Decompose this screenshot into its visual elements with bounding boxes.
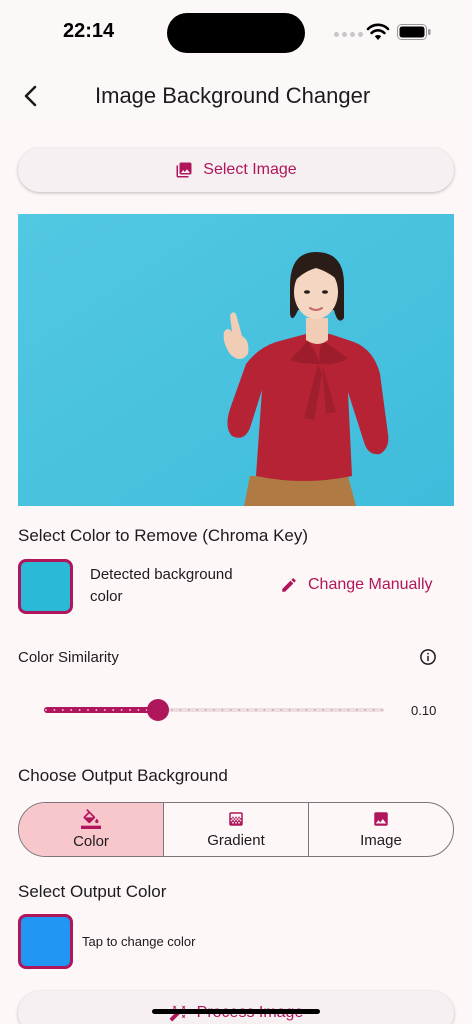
wifi-icon xyxy=(366,23,390,40)
image-icon xyxy=(374,812,388,826)
change-manually-button[interactable]: Change Manually xyxy=(280,576,433,594)
slider-tick xyxy=(364,709,367,711)
slider-tick xyxy=(137,709,140,711)
slider-tick xyxy=(280,709,283,711)
similarity-value: 0.10 xyxy=(411,703,437,718)
select-image-label: Select Image xyxy=(203,161,297,178)
segment-gradient-label: Gradient xyxy=(207,832,265,849)
slider-tick xyxy=(347,709,350,711)
slider-tick xyxy=(372,709,375,711)
slider-tick xyxy=(229,709,232,711)
slider-tick xyxy=(179,709,182,711)
color-similarity-label: Color Similarity xyxy=(18,649,119,666)
dynamic-island xyxy=(167,13,305,53)
format-color-fill-icon xyxy=(81,809,101,829)
slider-tick xyxy=(61,709,64,711)
detected-color-label: Detected background color xyxy=(90,566,233,605)
status-time: 22:14 xyxy=(63,20,115,42)
process-image-button[interactable]: Process Image xyxy=(18,991,454,1024)
segment-image[interactable]: Image xyxy=(308,803,453,856)
select-image-button[interactable]: Select Image xyxy=(18,148,454,192)
slider-tick xyxy=(297,709,299,711)
output-color-swatch[interactable] xyxy=(18,914,73,969)
segment-color-label: Color xyxy=(73,833,109,850)
info-icon[interactable] xyxy=(419,648,437,666)
slider-tick xyxy=(87,709,89,711)
slider-thumb[interactable] xyxy=(147,699,169,721)
page-title: Image Background Changer xyxy=(95,83,371,108)
tap-to-change-hint: Tap to change color xyxy=(82,934,196,949)
image-preview xyxy=(18,214,454,506)
slider-tick xyxy=(313,709,316,711)
slider-tick xyxy=(70,709,73,711)
slider-tick xyxy=(78,709,81,711)
segment-color[interactable]: Color xyxy=(19,803,163,856)
slider-tick xyxy=(238,709,241,711)
slider-tick xyxy=(330,709,333,711)
app-bar: Image Background Changer xyxy=(0,66,472,126)
slider-tick xyxy=(171,709,173,711)
slider-tick xyxy=(288,709,291,711)
slider-ticks xyxy=(45,709,383,711)
detected-color-swatch xyxy=(18,559,73,614)
slider-tick xyxy=(187,709,190,711)
slider-tick xyxy=(339,709,341,711)
slider-tick xyxy=(45,709,47,711)
slider-tick xyxy=(103,709,106,711)
slider-tick xyxy=(53,709,56,711)
slider-tick xyxy=(381,709,383,711)
slider-tick xyxy=(271,709,274,711)
output-background-selector: Color Gradient Image xyxy=(18,802,454,857)
back-arrow-icon[interactable] xyxy=(20,84,44,108)
segment-gradient[interactable]: Gradient xyxy=(163,803,308,856)
slider-tick xyxy=(305,709,308,711)
slider-tick xyxy=(355,709,358,711)
photo-library-icon xyxy=(176,162,192,178)
segment-image-label: Image xyxy=(360,832,402,849)
slider-tick xyxy=(255,709,257,711)
cellular-signal-icon xyxy=(334,32,363,37)
slider-tick xyxy=(112,709,115,711)
edit-pencil-icon xyxy=(282,578,296,592)
slider-tick xyxy=(213,709,215,711)
slider-tick xyxy=(196,709,199,711)
status-bar: 22:14 xyxy=(0,0,472,66)
slider-tick xyxy=(246,709,249,711)
chroma-key-title: Select Color to Remove (Chroma Key) xyxy=(18,526,309,545)
slider-tick xyxy=(263,709,266,711)
slider-tick xyxy=(129,709,131,711)
slider-tick xyxy=(120,709,123,711)
slider-tick xyxy=(221,709,224,711)
output-color-title: Select Output Color xyxy=(18,882,167,901)
slider-tick xyxy=(204,709,207,711)
home-indicator xyxy=(152,1009,320,1014)
main-content: Select Image Select Color to Remove (Chr… xyxy=(0,126,472,1024)
change-manually-label: Change Manually xyxy=(308,576,433,593)
output-background-title: Choose Output Background xyxy=(18,766,228,785)
person-photo xyxy=(18,214,454,506)
slider-tick xyxy=(322,709,325,711)
color-similarity-slider[interactable] xyxy=(44,699,384,721)
slider-tick xyxy=(95,709,98,711)
gradient-icon xyxy=(229,812,243,826)
battery-icon xyxy=(397,24,431,40)
